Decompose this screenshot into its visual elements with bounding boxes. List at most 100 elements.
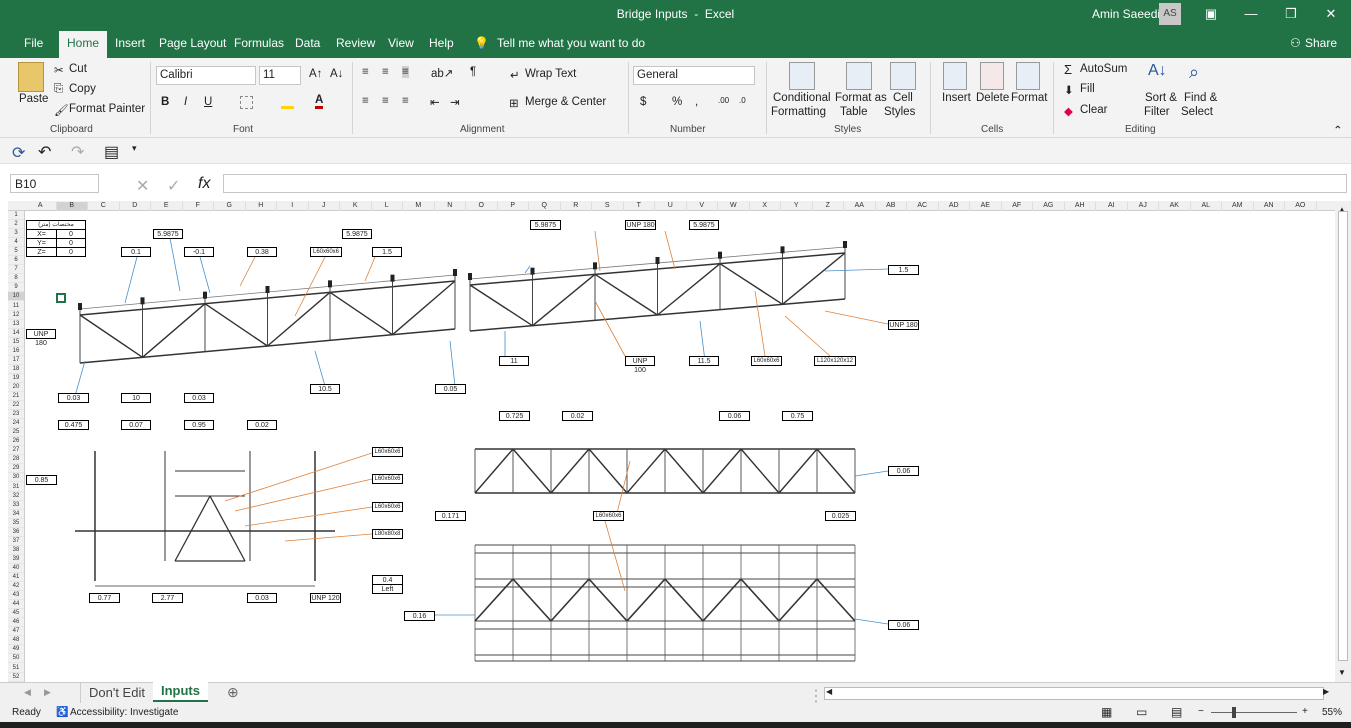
zoom-out-icon[interactable]: − [1198, 706, 1204, 717]
dim-label[interactable]: 0.725 [499, 411, 530, 421]
section-label[interactable]: L60x60x6 [372, 447, 403, 457]
dim-label[interactable]: 10 [121, 393, 151, 403]
dim-label[interactable]: 0.02 [247, 420, 277, 430]
dim-label[interactable]: 0.06 [719, 411, 750, 421]
dim-label[interactable]: -0.1 [184, 247, 214, 257]
side-label[interactable]: Left [372, 584, 403, 594]
sheet-tab-inputs[interactable]: Inputs [153, 682, 208, 702]
row-header[interactable]: 26 [8, 437, 24, 447]
sheet-canvas[interactable]: مختصات (متر) X= 0 Y= 0 Z= 0 5.9875 5.987… [25, 211, 1335, 682]
column-header[interactable]: M [403, 202, 435, 211]
dim-label[interactable]: 0.02 [562, 411, 593, 421]
delete-cells-button[interactable]: Delete [976, 92, 1009, 104]
formula-input[interactable] [223, 174, 1347, 193]
dim-label[interactable]: 0.77 [89, 593, 120, 603]
dim-label[interactable]: 10.5 [310, 384, 340, 394]
row-header[interactable]: 11 [8, 302, 24, 311]
share-icon[interactable]: ⚇ [1290, 36, 1301, 50]
worksheet-grid[interactable]: A B C D E F G H I J K L M N O P Q R S T U V W X Y Z AA AB AC AD AE AF AG… [8, 201, 1335, 682]
row-header[interactable]: 34 [8, 510, 24, 519]
column-header[interactable]: V [687, 202, 718, 211]
percent-button[interactable]: % [672, 96, 682, 108]
dim-label[interactable]: 2.77 [152, 593, 183, 603]
cancel-icon[interactable]: ✕ [136, 176, 149, 196]
column-header[interactable]: L [372, 202, 403, 211]
column-header[interactable]: AA [844, 202, 876, 211]
undo-icon[interactable]: ↶ [38, 142, 51, 162]
increase-indent-icon[interactable]: ⇥ [450, 95, 460, 109]
increase-decimal-icon[interactable]: .00 [718, 96, 729, 105]
row-header[interactable]: 17 [8, 356, 24, 365]
redo-icon[interactable]: ↷ [71, 142, 84, 162]
avatar[interactable]: AS [1159, 3, 1181, 25]
row-header[interactable]: 7 [8, 265, 24, 275]
section-label[interactable]: L80x80x8 [372, 529, 403, 539]
dim-label[interactable]: 5.9875 [153, 229, 183, 239]
format-painter-button[interactable]: Format Painter [69, 103, 145, 115]
cut-button[interactable]: Cut [69, 63, 87, 75]
row-header[interactable]: 31 [8, 483, 24, 492]
row-header[interactable]: 13 [8, 320, 24, 329]
underline-button[interactable]: U [204, 96, 212, 108]
decrease-decimal-icon[interactable]: .0 [739, 96, 746, 105]
row-header[interactable]: 23 [8, 410, 24, 420]
insert-cells-icon[interactable] [943, 62, 967, 90]
increase-font-icon[interactable]: A↑ [309, 68, 322, 80]
close-icon[interactable]: ✕ [1320, 4, 1342, 24]
format-painter-icon[interactable]: 🖌 [54, 103, 69, 117]
row-header[interactable]: 21 [8, 392, 24, 402]
row-header[interactable]: 6 [8, 256, 24, 266]
row-header[interactable]: 10 [8, 292, 24, 302]
column-header[interactable]: N [435, 202, 466, 211]
find-select-button[interactable]: Find & [1184, 92, 1217, 104]
dim-label[interactable]: 0.03 [247, 593, 277, 603]
next-sheet-icon[interactable]: ▶ [44, 687, 51, 698]
page-break-view-icon[interactable]: ▤ [1171, 705, 1182, 719]
column-header[interactable]: AH [1065, 202, 1096, 211]
dim-label[interactable]: 11.5 [689, 356, 719, 366]
row-header[interactable]: 2 [8, 220, 24, 230]
column-header[interactable]: Q [529, 202, 561, 211]
conditional-formatting-button[interactable]: Conditional [773, 92, 831, 104]
dim-label[interactable]: 11 [499, 356, 529, 366]
dim-label[interactable]: 0.95 [184, 420, 214, 430]
fill-icon[interactable]: ⬇ [1064, 83, 1074, 97]
row-header[interactable]: 24 [8, 419, 24, 429]
number-format-select[interactable]: General [633, 66, 755, 85]
section-label[interactable]: UNP 180 [888, 320, 919, 330]
section-label[interactable]: L60x60x6 [372, 474, 403, 484]
restore-icon[interactable]: ❐ [1280, 4, 1302, 24]
dim-label[interactable]: 0.16 [404, 611, 435, 621]
ribbon-display-icon[interactable]: ▣ [1200, 4, 1222, 24]
name-box[interactable]: B10 [10, 174, 99, 193]
row-header[interactable]: 29 [8, 464, 24, 474]
column-header[interactable]: E [151, 202, 183, 211]
row-header[interactable]: 3 [8, 229, 24, 239]
fill-color-icon[interactable] [281, 96, 294, 109]
section-label[interactable]: L120x120x12 [814, 356, 856, 366]
row-header[interactable]: 18 [8, 365, 24, 374]
column-header[interactable]: S [592, 202, 624, 211]
format-cells-icon[interactable] [1016, 62, 1040, 90]
customize-qat-icon[interactable]: ▾ [132, 143, 137, 154]
column-header[interactable]: AJ [1128, 202, 1159, 211]
form-icon[interactable]: ▤ [104, 142, 119, 162]
row-header[interactable]: 35 [8, 519, 24, 528]
enter-icon[interactable]: ✓ [167, 176, 180, 196]
dim-label[interactable]: 0.85 [26, 475, 57, 485]
row-header[interactable]: 41 [8, 573, 24, 583]
row-header[interactable]: 49 [8, 645, 24, 655]
orientation-icon[interactable]: ab↗ [431, 66, 453, 80]
section-label[interactable]: L60x60x6 [751, 356, 782, 366]
row-header[interactable]: 33 [8, 501, 24, 510]
sort-filter-icon[interactable]: A↓ [1148, 62, 1167, 80]
font-color-icon[interactable]: A [315, 94, 324, 109]
row-header[interactable]: 19 [8, 374, 24, 383]
bold-button[interactable]: B [161, 96, 169, 108]
row-header[interactable]: 38 [8, 546, 24, 555]
prev-sheet-icon[interactable]: ◀ [24, 687, 31, 698]
row-header[interactable]: 51 [8, 664, 24, 673]
paste-button[interactable]: Paste [19, 93, 48, 105]
column-header[interactable]: AF [1002, 202, 1033, 211]
column-header[interactable]: X [750, 202, 781, 211]
